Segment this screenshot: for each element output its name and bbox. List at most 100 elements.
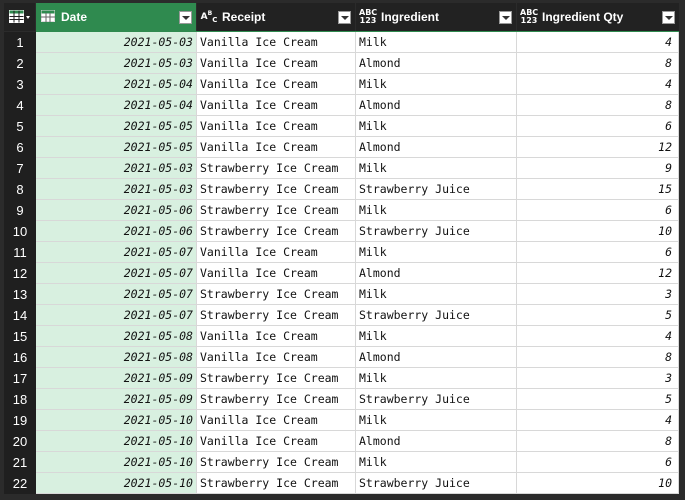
row-number[interactable]: 5 xyxy=(4,116,36,137)
row-number[interactable]: 4 xyxy=(4,95,36,116)
cell-ingredient[interactable]: Milk xyxy=(356,158,517,179)
cell-ingredient-qty[interactable]: 15 xyxy=(517,179,679,200)
cell-ingredient-qty[interactable]: 10 xyxy=(517,473,679,494)
table-row[interactable]: 12 2021-05-07 Vanilla Ice Cream Almond 12 xyxy=(4,263,679,284)
row-number[interactable]: 18 xyxy=(4,389,36,410)
row-number[interactable]: 17 xyxy=(4,368,36,389)
cell-receipt[interactable]: Strawberry Ice Cream xyxy=(197,221,356,242)
column-header-ingredient[interactable]: ABC 123 Ingredient xyxy=(356,3,516,31)
cell-ingredient[interactable]: Almond xyxy=(356,53,517,74)
column-header-ingredient-qty[interactable]: ABC 123 Ingredient Qty xyxy=(517,3,679,31)
cell-receipt[interactable]: Vanilla Ice Cream xyxy=(197,347,356,368)
cell-ingredient[interactable]: Almond xyxy=(356,431,517,452)
table-row[interactable]: 17 2021-05-09 Strawberry Ice Cream Milk 3 xyxy=(4,368,679,389)
cell-ingredient-qty[interactable]: 8 xyxy=(517,53,679,74)
cell-ingredient[interactable]: Strawberry Juice xyxy=(356,179,517,200)
cell-receipt[interactable]: Vanilla Ice Cream xyxy=(197,74,356,95)
cell-ingredient[interactable]: Milk xyxy=(356,452,517,473)
table-row[interactable]: 9 2021-05-06 Strawberry Ice Cream Milk 6 xyxy=(4,200,679,221)
cell-ingredient[interactable]: Almond xyxy=(356,347,517,368)
cell-date[interactable]: 2021-05-04 xyxy=(36,74,197,95)
cell-date[interactable]: 2021-05-07 xyxy=(36,284,197,305)
cell-date[interactable]: 2021-05-09 xyxy=(36,389,197,410)
cell-ingredient-qty[interactable]: 5 xyxy=(517,305,679,326)
cell-ingredient[interactable]: Milk xyxy=(356,200,517,221)
cell-date[interactable]: 2021-05-07 xyxy=(36,305,197,326)
cell-receipt[interactable]: Vanilla Ice Cream xyxy=(197,116,356,137)
cell-ingredient-qty[interactable]: 6 xyxy=(517,116,679,137)
table-row[interactable]: 10 2021-05-06 Strawberry Ice Cream Strawber… xyxy=(4,221,679,242)
cell-ingredient[interactable]: Strawberry Juice xyxy=(356,473,517,494)
filter-dropdown-icon[interactable] xyxy=(499,10,512,24)
table-row[interactable]: 22 2021-05-10 Strawberry Ice Cream Strawber… xyxy=(4,473,679,494)
cell-ingredient-qty[interactable]: 4 xyxy=(517,410,679,431)
table-row[interactable]: 7 2021-05-03 Strawberry Ice Cream Milk 9 xyxy=(4,158,679,179)
cell-receipt[interactable]: Strawberry Ice Cream xyxy=(197,452,356,473)
table-menu-button[interactable] xyxy=(4,3,35,31)
table-row[interactable]: 8 2021-05-03 Strawberry Ice Cream Strawberr… xyxy=(4,179,679,200)
cell-ingredient-qty[interactable]: 6 xyxy=(517,452,679,473)
row-number[interactable]: 9 xyxy=(4,200,36,221)
table-row[interactable]: 15 2021-05-08 Vanilla Ice Cream Milk 4 xyxy=(4,326,679,347)
table-row[interactable]: 3 2021-05-04 Vanilla Ice Cream Milk 4 xyxy=(4,74,679,95)
row-number[interactable]: 19 xyxy=(4,410,36,431)
cell-ingredient-qty[interactable]: 10 xyxy=(517,221,679,242)
row-number[interactable]: 14 xyxy=(4,305,36,326)
row-number[interactable]: 15 xyxy=(4,326,36,347)
cell-date[interactable]: 2021-05-06 xyxy=(36,200,197,221)
column-header-receipt[interactable]: ABC Receipt xyxy=(197,3,355,31)
cell-receipt[interactable]: Vanilla Ice Cream xyxy=(197,53,356,74)
cell-date[interactable]: 2021-05-07 xyxy=(36,242,197,263)
cell-date[interactable]: 2021-05-10 xyxy=(36,473,197,494)
cell-date[interactable]: 2021-05-06 xyxy=(36,221,197,242)
cell-date[interactable]: 2021-05-04 xyxy=(36,95,197,116)
cell-ingredient[interactable]: Almond xyxy=(356,137,517,158)
cell-receipt[interactable]: Vanilla Ice Cream xyxy=(197,326,356,347)
cell-receipt[interactable]: Strawberry Ice Cream xyxy=(197,389,356,410)
table-row[interactable]: 14 2021-05-07 Strawberry Ice Cream Strawber… xyxy=(4,305,679,326)
row-number[interactable]: 22 xyxy=(4,473,36,494)
cell-ingredient[interactable]: Almond xyxy=(356,263,517,284)
table-row[interactable]: 21 2021-05-10 Strawberry Ice Cream Milk 6 xyxy=(4,452,679,473)
cell-receipt[interactable]: Vanilla Ice Cream xyxy=(197,263,356,284)
row-number[interactable]: 12 xyxy=(4,263,36,284)
cell-ingredient[interactable]: Strawberry Juice xyxy=(356,305,517,326)
cell-receipt[interactable]: Vanilla Ice Cream xyxy=(197,410,356,431)
table-row[interactable]: 20 2021-05-10 Vanilla Ice Cream Almond 8 xyxy=(4,431,679,452)
cell-ingredient-qty[interactable]: 6 xyxy=(517,200,679,221)
row-number[interactable]: 6 xyxy=(4,137,36,158)
row-number[interactable]: 7 xyxy=(4,158,36,179)
cell-date[interactable]: 2021-05-05 xyxy=(36,137,197,158)
filter-dropdown-icon[interactable] xyxy=(179,10,192,24)
cell-date[interactable]: 2021-05-10 xyxy=(36,452,197,473)
table-row[interactable]: 13 2021-05-07 Strawberry Ice Cream Milk 3 xyxy=(4,284,679,305)
cell-receipt[interactable]: Strawberry Ice Cream xyxy=(197,368,356,389)
cell-ingredient-qty[interactable]: 9 xyxy=(517,158,679,179)
row-number[interactable]: 13 xyxy=(4,284,36,305)
row-number[interactable]: 16 xyxy=(4,347,36,368)
cell-ingredient[interactable]: Milk xyxy=(356,410,517,431)
cell-ingredient-qty[interactable]: 12 xyxy=(517,263,679,284)
cell-ingredient[interactable]: Milk xyxy=(356,284,517,305)
cell-receipt[interactable]: Vanilla Ice Cream xyxy=(197,32,356,53)
row-number[interactable]: 2 xyxy=(4,53,36,74)
cell-date[interactable]: 2021-05-08 xyxy=(36,347,197,368)
table-row[interactable]: 4 2021-05-04 Vanilla Ice Cream Almond 8 xyxy=(4,95,679,116)
cell-ingredient-qty[interactable]: 8 xyxy=(517,95,679,116)
cell-ingredient[interactable]: Milk xyxy=(356,116,517,137)
cell-ingredient[interactable]: Strawberry Juice xyxy=(356,221,517,242)
cell-ingredient-qty[interactable]: 3 xyxy=(517,368,679,389)
cell-date[interactable]: 2021-05-03 xyxy=(36,32,197,53)
cell-ingredient-qty[interactable]: 8 xyxy=(517,431,679,452)
row-number[interactable]: 3 xyxy=(4,74,36,95)
cell-receipt[interactable]: Strawberry Ice Cream xyxy=(197,473,356,494)
cell-ingredient-qty[interactable]: 8 xyxy=(517,347,679,368)
filter-dropdown-icon[interactable] xyxy=(338,10,351,24)
column-header-date[interactable]: Date xyxy=(36,3,196,31)
row-number[interactable]: 8 xyxy=(4,179,36,200)
row-number[interactable]: 10 xyxy=(4,221,36,242)
table-row[interactable]: 1 2021-05-03 Vanilla Ice Cream Milk 4 xyxy=(4,32,679,53)
cell-date[interactable]: 2021-05-03 xyxy=(36,53,197,74)
cell-ingredient[interactable]: Milk xyxy=(356,74,517,95)
row-number[interactable]: 20 xyxy=(4,431,36,452)
